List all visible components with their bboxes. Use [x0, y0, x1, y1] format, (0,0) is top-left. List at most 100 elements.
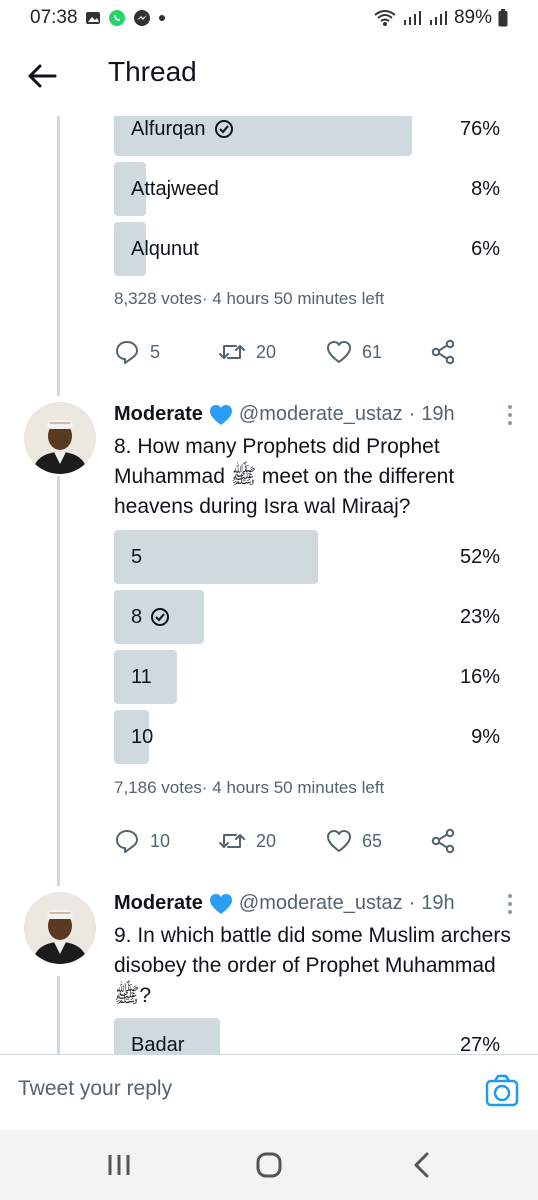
- recents-icon: [108, 1155, 130, 1175]
- poll-option-percent: 27%: [459, 1034, 500, 1054]
- status-right: 89%: [374, 7, 508, 29]
- poll-meta: 7,186 votes· 4 hours 50 minutes left: [114, 778, 385, 797]
- poll-option[interactable]: 11 16%: [114, 650, 506, 704]
- messenger-icon: [133, 9, 151, 27]
- home-icon: [256, 1152, 282, 1178]
- poll-option-label: Badar: [131, 1034, 185, 1054]
- nav-back-button[interactable]: [404, 1148, 438, 1182]
- thread-line: [57, 116, 60, 396]
- system-nav-bar: [0, 1130, 538, 1200]
- camera-icon: [485, 1074, 519, 1107]
- poll-option-percent: 9%: [471, 726, 500, 748]
- blue-heart-icon: [209, 404, 232, 425]
- signal-icon-2: [428, 10, 448, 26]
- retweet-button[interactable]: 20: [218, 826, 276, 856]
- reply-input[interactable]: Tweet your reply: [18, 1077, 172, 1101]
- poll-option[interactable]: 8 23%: [114, 590, 506, 644]
- poll-time-left: 4 hours 50 minutes left: [212, 778, 385, 797]
- signal-icon: [402, 10, 422, 26]
- tweet-header: Moderate @moderate_ustaz · 19h: [114, 403, 455, 426]
- poll-option-label: 5: [131, 546, 143, 568]
- tweet-text: 8. How many Prophets did Prophet Muhamma…: [114, 435, 455, 518]
- poll-option[interactable]: 5 52%: [114, 530, 506, 584]
- like-icon: [327, 341, 351, 363]
- share-icon: [431, 828, 455, 854]
- share-icon: [431, 339, 455, 365]
- poll-bar: [114, 530, 318, 584]
- tweet-header: Moderate @moderate_ustaz · 19h: [114, 892, 455, 915]
- tweet-text: 9. In which battle did some Muslim arche…: [114, 924, 511, 1007]
- author-name[interactable]: Moderate: [114, 403, 203, 426]
- home-button[interactable]: [252, 1148, 286, 1182]
- reply-button[interactable]: 10: [114, 826, 170, 856]
- status-time: 07:38: [30, 7, 78, 28]
- tweet-actions: 5 20 61: [114, 337, 474, 367]
- recents-button[interactable]: [102, 1148, 136, 1182]
- reply-bar: Tweet your reply: [0, 1054, 538, 1130]
- poll-option-label: 8: [131, 606, 143, 628]
- avatar[interactable]: [24, 892, 96, 964]
- poll-option[interactable]: 10 9%: [114, 710, 506, 764]
- more-icon[interactable]: [504, 893, 516, 915]
- poll-option-percent: 8%: [471, 178, 500, 200]
- thread-line: [57, 476, 60, 886]
- share-button[interactable]: [430, 337, 456, 367]
- poll-option-label: Attajweed: [131, 178, 219, 200]
- notification-dot-icon: [158, 14, 166, 22]
- poll-option-percent: 16%: [459, 666, 500, 688]
- like-count: 65: [362, 830, 383, 851]
- thread-content[interactable]: Alfurqan 76% Attajweed 8% Alqunut 6% 8,3…: [0, 116, 538, 1054]
- tweet-time: 19h: [421, 403, 455, 425]
- tweet-time: 19h: [421, 892, 455, 914]
- back-button[interactable]: [24, 58, 60, 94]
- check-circle-icon: [214, 119, 234, 139]
- poll-option-percent: 76%: [459, 118, 500, 140]
- poll-option-label: 11: [131, 666, 152, 688]
- check-circle-icon: [150, 607, 170, 627]
- retweet-count: 20: [256, 830, 277, 851]
- poll-option-label: Alqunut: [131, 238, 199, 260]
- author-handle: @moderate_ustaz: [238, 403, 403, 425]
- poll-option[interactable]: Attajweed 8%: [114, 162, 506, 216]
- more-icon[interactable]: [504, 404, 516, 426]
- whatsapp-icon: [108, 9, 126, 27]
- poll-option[interactable]: Alqunut 6%: [114, 222, 506, 276]
- share-button[interactable]: [430, 826, 456, 856]
- poll-meta: 8,328 votes· 4 hours 50 minutes left: [114, 289, 385, 308]
- like-button[interactable]: 65: [326, 826, 382, 856]
- battery-icon: [498, 9, 508, 27]
- reply-count: 5: [150, 341, 161, 362]
- poll-votes: 8,328 votes: [114, 289, 202, 308]
- retweet-icon: [219, 345, 245, 359]
- poll-option[interactable]: Alfurqan 76%: [114, 116, 506, 156]
- battery-percent: 89%: [453, 7, 492, 28]
- poll-option-percent: 52%: [459, 546, 500, 568]
- poll-option-percent: 6%: [471, 238, 500, 260]
- poll-option[interactable]: Badar 27%: [114, 1018, 506, 1054]
- author-name[interactable]: Moderate: [114, 892, 203, 915]
- wifi-icon: [374, 9, 396, 27]
- header: Thread: [0, 36, 538, 116]
- like-count: 61: [362, 341, 383, 362]
- blue-heart-icon: [209, 893, 232, 914]
- thread-line: [57, 976, 60, 1054]
- retweet-button[interactable]: 20: [218, 337, 276, 367]
- avatar[interactable]: [24, 402, 96, 474]
- page-title: Thread: [108, 56, 197, 87]
- reply-icon: [116, 830, 138, 853]
- retweet-count: 20: [256, 341, 277, 362]
- back-arrow-icon: [28, 64, 57, 88]
- like-button[interactable]: 61: [326, 337, 382, 367]
- tweet-actions: 10 20 65: [114, 826, 474, 856]
- camera-button[interactable]: [484, 1073, 520, 1109]
- retweet-icon: [219, 834, 245, 848]
- poll-votes: 7,186 votes: [114, 778, 202, 797]
- status-left: 07:38: [30, 7, 166, 29]
- reply-count: 10: [150, 830, 171, 851]
- gallery-icon: [85, 10, 101, 26]
- like-icon: [327, 830, 351, 852]
- poll-option-percent: 23%: [459, 606, 500, 628]
- poll-option-label: Alfurqan: [131, 118, 206, 140]
- poll-time-left: 4 hours 50 minutes left: [212, 289, 385, 308]
- reply-button[interactable]: 5: [114, 337, 160, 367]
